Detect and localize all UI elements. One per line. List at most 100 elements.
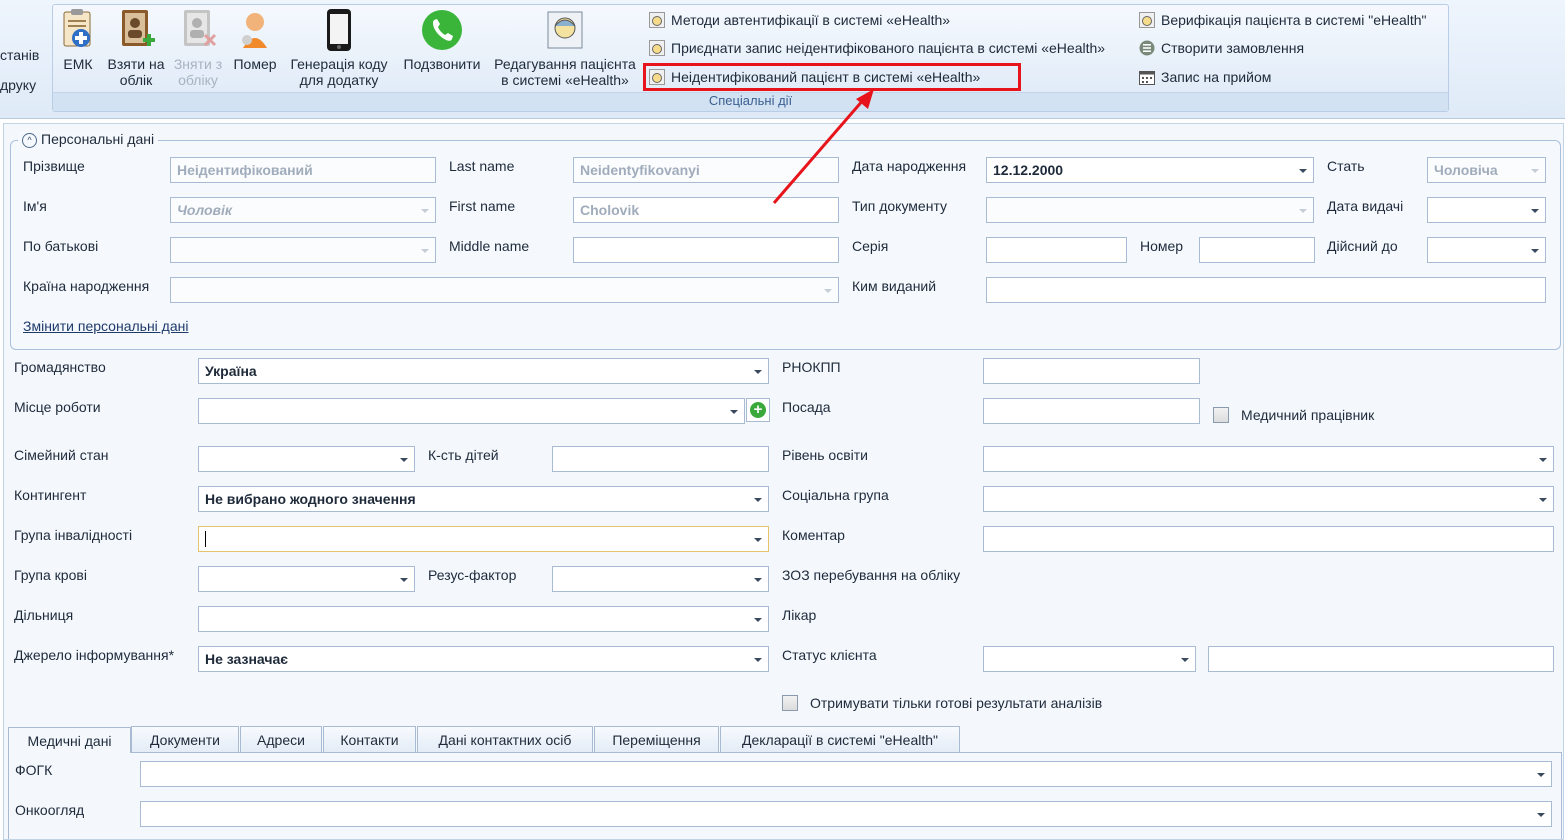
district-label: Дільниця	[14, 607, 74, 623]
attach-record-item[interactable]: Приєднати запис неідентифікованого паціє…	[649, 37, 1105, 59]
comment-field[interactable]	[983, 526, 1554, 552]
tab-contacts[interactable]: Контакти	[323, 726, 416, 752]
education-field[interactable]	[983, 446, 1554, 472]
auth-methods-item[interactable]: Методи автентифікації в системі «eHealth…	[649, 9, 950, 31]
edit-patient-ehealth-button[interactable]: Редагування пацієнта в системі «eHealth»	[490, 8, 640, 88]
blood-label: Група крові	[14, 567, 87, 583]
blood-field[interactable]	[198, 566, 415, 592]
remove-from-record-button[interactable]: Зняти з обліку	[170, 8, 226, 88]
social-group-field[interactable]	[983, 486, 1554, 512]
zoz-label: ЗОЗ перебування на обліку	[782, 567, 961, 583]
gencode-label-2: для додатку	[299, 72, 379, 88]
call-button[interactable]: Подзвонити	[398, 8, 486, 72]
number-field[interactable]	[1199, 237, 1315, 263]
emk-button[interactable]: ЕМК	[56, 8, 100, 72]
patient-avatar-icon	[547, 11, 583, 49]
valid-until-field[interactable]	[1427, 237, 1546, 263]
issued-by-field[interactable]	[986, 277, 1546, 303]
ribbon-left-line1: станів	[0, 47, 40, 63]
position-field[interactable]	[983, 398, 1200, 424]
patronymic-label: По батькові	[23, 238, 99, 254]
info-source-field[interactable]: Не зазначає	[198, 646, 769, 672]
fogk-field[interactable]	[140, 761, 1552, 787]
onco-field[interactable]	[140, 801, 1552, 827]
change-personal-data-link[interactable]: Змінити персональні дані	[23, 318, 188, 334]
create-order-item[interactable]: Створити замовлення	[1139, 37, 1304, 59]
text-caret	[205, 531, 206, 547]
attach-record-label: Приєднати запис неідентифікованого паціє…	[671, 40, 1106, 56]
name-field[interactable]: Чоловік	[170, 197, 436, 223]
surname-field[interactable]: Неідентифікований	[170, 157, 436, 183]
ready-results-checkbox[interactable]	[782, 695, 798, 711]
valid-until-label: Дійсний до	[1327, 238, 1398, 254]
rh-label: Резус-фактор	[428, 567, 517, 583]
patronymic-field[interactable]	[170, 237, 436, 263]
issued-by-label: Ким виданий	[852, 278, 937, 294]
marital-field[interactable]	[198, 446, 415, 472]
editpatient-label-2: в системі «eHealth»	[501, 72, 629, 88]
contingent-field[interactable]: Не вибрано жодного значення	[198, 486, 769, 512]
take-on-record-button[interactable]: Взяти на облік	[104, 8, 168, 88]
call-label: Подзвонити	[403, 56, 481, 72]
person-died-icon	[242, 13, 267, 48]
tab-medical-data-cover	[9, 750, 130, 754]
verify-patient-item[interactable]: Верифікація пацієнта в системі "eHealth"	[1139, 9, 1427, 31]
doc-type-field[interactable]	[986, 197, 1314, 223]
citizenship-label: Громадянство	[14, 359, 106, 375]
citizenship-field[interactable]: Україна	[198, 358, 769, 384]
client-status-label: Статус клієнта	[782, 647, 877, 663]
workplace-field[interactable]	[198, 398, 745, 424]
client-status-text[interactable]	[1208, 646, 1554, 672]
generate-code-button[interactable]: Генерація коду для додатку	[284, 8, 394, 88]
ribbon-left-partial-group[interactable]: станів друку	[0, 40, 39, 100]
name-label: Ім'я	[23, 198, 47, 214]
medical-worker-checkbox[interactable]	[1213, 407, 1229, 423]
disability-label: Група інвалідності	[14, 527, 133, 543]
personal-data-title-text: Персональні дані	[41, 131, 155, 147]
appointment-item[interactable]: Запис на прийом	[1139, 66, 1271, 88]
position-label: Посада	[782, 399, 831, 415]
country-label: Країна народження	[23, 278, 150, 294]
middle-name-field[interactable]	[573, 237, 839, 263]
phone-icon	[422, 10, 462, 50]
ready-results-label: Отримувати тільки готові результати анал…	[810, 695, 1103, 711]
editpatient-label-1: Редагування пацієнта	[494, 56, 636, 72]
education-label: Рівень освіти	[782, 447, 868, 463]
series-field[interactable]	[986, 237, 1127, 263]
tab-documents[interactable]: Документи	[131, 726, 239, 752]
rnokpp-field[interactable]	[983, 358, 1200, 384]
children-field[interactable]	[552, 446, 769, 472]
auth-methods-label: Методи автентифікації в системі «eHealth…	[671, 12, 951, 28]
birth-date-field[interactable]: 12.12.2000	[986, 157, 1314, 183]
collapse-icon[interactable]: ^	[22, 133, 37, 148]
tab-contact-persons[interactable]: Дані контактних осіб	[417, 726, 593, 752]
rh-field[interactable]	[552, 566, 769, 592]
district-field[interactable]	[198, 606, 769, 632]
personal-data-title[interactable]: ^ Персональні дані	[18, 131, 159, 148]
tab-addresses[interactable]: Адреси	[240, 726, 322, 752]
add-workplace-button[interactable]: +	[746, 398, 770, 422]
last-name-label: Last name	[449, 158, 515, 174]
group-title: Спеціальні дії	[53, 92, 1448, 111]
disability-field[interactable]	[198, 526, 769, 552]
take-label-1: Взяти на	[107, 56, 165, 72]
client-status-select[interactable]	[983, 646, 1196, 672]
sex-field[interactable]: Чоловіча	[1427, 157, 1546, 183]
died-button[interactable]: Помер	[230, 8, 280, 72]
tab-movements[interactable]: Переміщення	[594, 726, 719, 752]
tab-declarations[interactable]: Декларації в системі "eHealth"	[720, 726, 960, 752]
series-label: Серія	[852, 238, 889, 254]
patient-face-icon	[649, 12, 665, 28]
order-list-icon	[1139, 40, 1155, 56]
plus-icon: +	[750, 402, 766, 418]
patient-face-icon	[1139, 12, 1155, 28]
gencode-label-1: Генерація коду	[290, 56, 388, 72]
create-order-label: Створити замовлення	[1161, 40, 1305, 56]
calendar-icon	[1139, 71, 1155, 85]
marital-label: Сімейний стан	[14, 447, 109, 463]
info-source-label: Джерело інформування*	[14, 647, 175, 663]
smartphone-icon	[327, 9, 351, 51]
country-field[interactable]	[170, 277, 839, 303]
issue-date-label: Дата видачі	[1327, 198, 1404, 214]
issue-date-field[interactable]	[1427, 197, 1546, 223]
